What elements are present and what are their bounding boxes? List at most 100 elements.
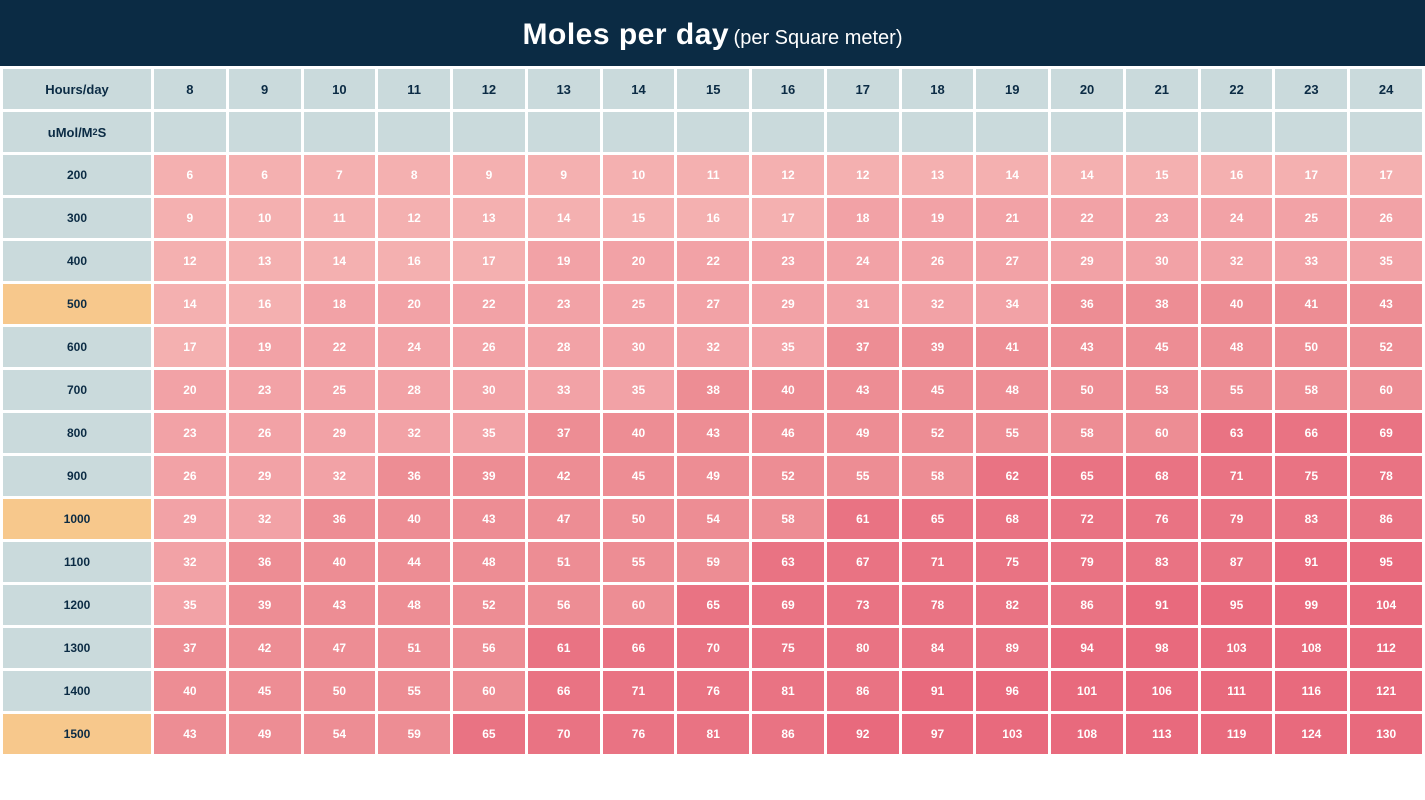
value-cell: 49 bbox=[229, 714, 301, 754]
value-cell: 40 bbox=[752, 370, 824, 410]
hours-label: Hours/day bbox=[3, 69, 151, 109]
col-header: 10 bbox=[304, 69, 376, 109]
value-cell: 52 bbox=[902, 413, 974, 453]
value-cell: 17 bbox=[453, 241, 525, 281]
value-cell: 9 bbox=[453, 155, 525, 195]
value-cell: 16 bbox=[1201, 155, 1273, 195]
value-cell: 6 bbox=[154, 155, 226, 195]
value-cell: 89 bbox=[976, 628, 1048, 668]
value-cell: 52 bbox=[1350, 327, 1422, 367]
value-cell: 35 bbox=[1350, 241, 1422, 281]
blank-cell bbox=[1275, 112, 1347, 152]
value-cell: 34 bbox=[976, 284, 1048, 324]
value-cell: 101 bbox=[1051, 671, 1123, 711]
value-cell: 91 bbox=[1275, 542, 1347, 582]
value-cell: 14 bbox=[976, 155, 1048, 195]
value-cell: 28 bbox=[378, 370, 450, 410]
value-cell: 6 bbox=[229, 155, 301, 195]
value-cell: 16 bbox=[378, 241, 450, 281]
value-cell: 45 bbox=[1126, 327, 1198, 367]
value-cell: 97 bbox=[902, 714, 974, 754]
value-cell: 13 bbox=[453, 198, 525, 238]
value-cell: 48 bbox=[976, 370, 1048, 410]
value-cell: 43 bbox=[453, 499, 525, 539]
value-cell: 48 bbox=[1201, 327, 1273, 367]
value-cell: 40 bbox=[1201, 284, 1273, 324]
value-cell: 86 bbox=[752, 714, 824, 754]
value-cell: 76 bbox=[603, 714, 675, 754]
value-cell: 15 bbox=[603, 198, 675, 238]
value-cell: 32 bbox=[902, 284, 974, 324]
value-cell: 33 bbox=[528, 370, 600, 410]
value-cell: 20 bbox=[603, 241, 675, 281]
value-cell: 112 bbox=[1350, 628, 1422, 668]
value-cell: 38 bbox=[1126, 284, 1198, 324]
value-cell: 14 bbox=[528, 198, 600, 238]
value-cell: 87 bbox=[1201, 542, 1273, 582]
value-cell: 22 bbox=[677, 241, 749, 281]
value-cell: 59 bbox=[677, 542, 749, 582]
value-cell: 7 bbox=[304, 155, 376, 195]
value-cell: 49 bbox=[677, 456, 749, 496]
col-header: 8 bbox=[154, 69, 226, 109]
value-cell: 96 bbox=[976, 671, 1048, 711]
col-header: 22 bbox=[1201, 69, 1273, 109]
value-cell: 83 bbox=[1275, 499, 1347, 539]
value-cell: 17 bbox=[752, 198, 824, 238]
value-cell: 68 bbox=[976, 499, 1048, 539]
row-header: 1400 bbox=[3, 671, 151, 711]
value-cell: 42 bbox=[528, 456, 600, 496]
value-cell: 39 bbox=[229, 585, 301, 625]
value-cell: 78 bbox=[902, 585, 974, 625]
value-cell: 75 bbox=[976, 542, 1048, 582]
umol-label: uMol/M2S bbox=[3, 112, 151, 152]
value-cell: 20 bbox=[378, 284, 450, 324]
value-cell: 15 bbox=[1126, 155, 1198, 195]
col-header: 13 bbox=[528, 69, 600, 109]
value-cell: 61 bbox=[827, 499, 899, 539]
col-header: 12 bbox=[453, 69, 525, 109]
value-cell: 29 bbox=[1051, 241, 1123, 281]
value-cell: 62 bbox=[976, 456, 1048, 496]
value-cell: 66 bbox=[603, 628, 675, 668]
value-cell: 23 bbox=[229, 370, 301, 410]
value-cell: 71 bbox=[1201, 456, 1273, 496]
value-cell: 53 bbox=[1126, 370, 1198, 410]
value-cell: 69 bbox=[1350, 413, 1422, 453]
value-cell: 18 bbox=[304, 284, 376, 324]
value-cell: 22 bbox=[1051, 198, 1123, 238]
value-cell: 24 bbox=[1201, 198, 1273, 238]
value-cell: 113 bbox=[1126, 714, 1198, 754]
value-cell: 29 bbox=[154, 499, 226, 539]
value-cell: 11 bbox=[677, 155, 749, 195]
value-cell: 111 bbox=[1201, 671, 1273, 711]
value-cell: 65 bbox=[902, 499, 974, 539]
value-cell: 40 bbox=[378, 499, 450, 539]
value-cell: 76 bbox=[677, 671, 749, 711]
value-cell: 75 bbox=[752, 628, 824, 668]
value-cell: 26 bbox=[154, 456, 226, 496]
value-cell: 78 bbox=[1350, 456, 1422, 496]
value-cell: 29 bbox=[304, 413, 376, 453]
blank-cell bbox=[528, 112, 600, 152]
value-cell: 31 bbox=[827, 284, 899, 324]
value-cell: 28 bbox=[528, 327, 600, 367]
value-cell: 58 bbox=[752, 499, 824, 539]
value-cell: 43 bbox=[1051, 327, 1123, 367]
chart-subtitle: (per Square meter) bbox=[734, 27, 903, 49]
blank-cell bbox=[304, 112, 376, 152]
value-cell: 10 bbox=[229, 198, 301, 238]
value-cell: 36 bbox=[1051, 284, 1123, 324]
value-cell: 82 bbox=[976, 585, 1048, 625]
value-cell: 45 bbox=[229, 671, 301, 711]
value-cell: 29 bbox=[229, 456, 301, 496]
value-cell: 11 bbox=[304, 198, 376, 238]
value-cell: 39 bbox=[902, 327, 974, 367]
blank-cell bbox=[154, 112, 226, 152]
blank-cell bbox=[603, 112, 675, 152]
value-cell: 43 bbox=[827, 370, 899, 410]
value-cell: 83 bbox=[1126, 542, 1198, 582]
row-header: 1200 bbox=[3, 585, 151, 625]
value-cell: 35 bbox=[603, 370, 675, 410]
value-cell: 10 bbox=[603, 155, 675, 195]
